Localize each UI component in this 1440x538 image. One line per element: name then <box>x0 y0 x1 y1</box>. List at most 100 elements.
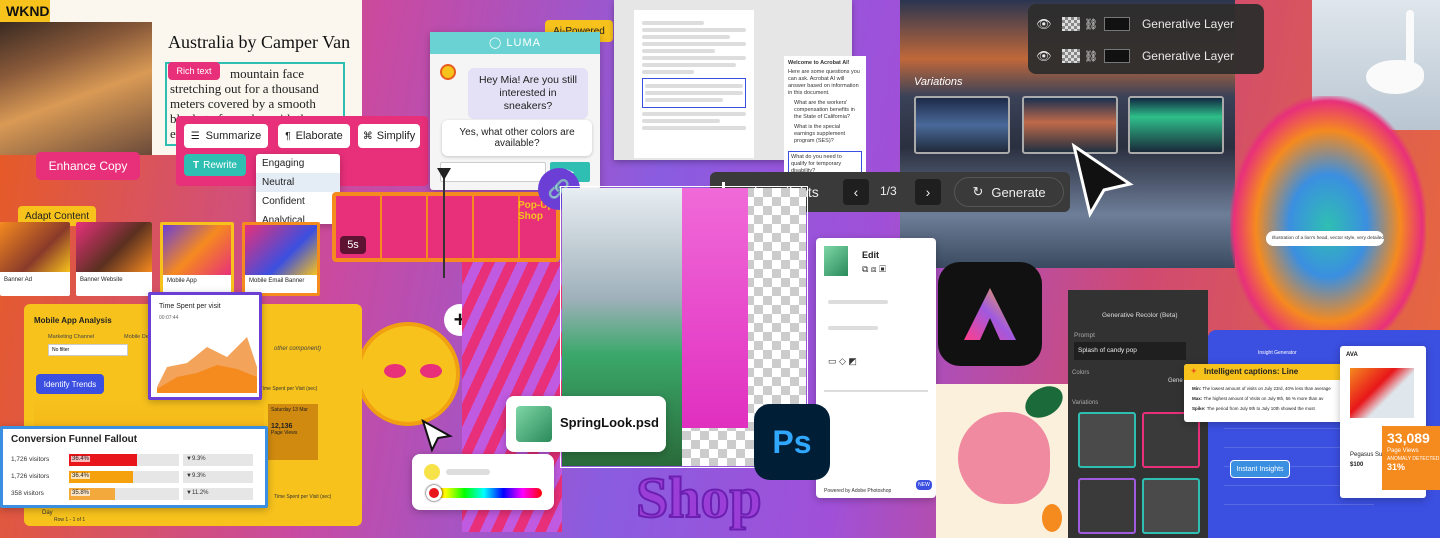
swan-shape <box>1366 60 1424 94</box>
video-strip: Pop-Up Shop 5s <box>332 192 560 262</box>
identify-trends-button[interactable]: Identify Trends <box>36 374 104 394</box>
ps-divider <box>824 390 928 392</box>
recolor-variant-3[interactable] <box>1078 478 1136 534</box>
funnel-bar-pct: 36.4% <box>71 472 91 479</box>
chevron-right-icon[interactable]: › <box>915 179 941 205</box>
tone-confident[interactable]: Confident <box>256 192 340 211</box>
tone-neutral[interactable]: Neutral <box>256 173 340 192</box>
acrobat-document <box>634 10 754 158</box>
ps-edit-thumb <box>824 246 848 276</box>
hue-thumb[interactable] <box>426 485 442 501</box>
adapt-tile-3[interactable]: Mobile App <box>160 222 234 296</box>
file-thumb <box>516 406 552 442</box>
marketing-channel-select[interactable]: No filter <box>48 344 128 356</box>
variations-label: Variations <box>914 76 963 88</box>
ps-tools-row: ⧉ ⧈ ▣ <box>862 264 887 274</box>
luma-logo-icon: ◯ <box>489 37 507 49</box>
recolor-prompt-input[interactable]: Splash of candy pop <box>1074 342 1186 360</box>
funnel-bar-track: 36.4% <box>69 453 179 466</box>
text-icon: T <box>192 159 200 171</box>
variation-thumb-3[interactable] <box>1128 96 1224 154</box>
adapt-tile-4[interactable]: Mobile Email Banner <box>242 222 320 296</box>
funnel-bar-track: 36.4% <box>69 470 179 483</box>
luma-header: ◯ LUMA <box>430 32 600 54</box>
swatch[interactable] <box>424 464 440 480</box>
acrobat-welcome-body: Here are some questions you can ask. Acr… <box>788 69 860 96</box>
layer-thumb <box>1062 49 1080 63</box>
recolor-variant-4[interactable] <box>1142 478 1200 534</box>
hue-slider[interactable] <box>426 488 542 498</box>
wknd-logo: WKND <box>0 0 50 22</box>
spike-text: The period from July 9th to July 10th sh… <box>1206 406 1315 411</box>
funnel-delta: ▼9.3% <box>183 470 253 483</box>
luma-input[interactable] <box>440 162 546 182</box>
insight-captions-card: ✦ Intelligent captions: Line Min: The lo… <box>1184 364 1344 422</box>
funnel-row: 358 visitors 35.8% ▼11.2% <box>11 485 261 502</box>
highlight-tooltip: Saturday 13 Mar 12,136 Page Views <box>268 404 318 460</box>
row-count: Row 1 - 1 of 1 <box>54 517 86 523</box>
analytics-title: Mobile App Analysis <box>34 316 112 325</box>
recolor-generate-button[interactable]: Gene <box>1168 378 1183 384</box>
variation-thumb-1[interactable] <box>914 96 1010 154</box>
file-name: SpringLook.psd <box>560 415 659 430</box>
recolor-variant-1[interactable] <box>1078 412 1136 468</box>
tone-engaging[interactable]: Engaging <box>256 154 340 173</box>
luma-chat: ◯ LUMA Hey Mia! Are you still interested… <box>430 32 600 190</box>
adapt-thumb-1 <box>0 222 70 272</box>
ps-powered-by: Powered by Adobe Photoshop <box>824 488 892 494</box>
luma-bot-message: Hey Mia! Are you still interested in sne… <box>468 68 588 119</box>
min-text: The lowest amount of visits on July 23rd… <box>1202 386 1331 391</box>
time-spent-value: 00:07:44 <box>159 315 179 321</box>
insight-max: Max: The highest amount of Visits on Jul… <box>1192 396 1342 401</box>
playhead-handle[interactable] <box>437 168 451 180</box>
layer-row-2[interactable]: 👁 ⛓ Generative Layer <box>1036 42 1258 70</box>
adapt-tile-2[interactable]: Banner Website <box>76 222 152 296</box>
luma-user-message: Yes, what other colors are available? <box>442 120 592 156</box>
enhance-copy-button[interactable]: Enhance Copy <box>36 152 140 180</box>
spike-label: Spike: <box>1192 406 1206 411</box>
shop-wordmark: Shop <box>635 465 763 530</box>
cat-illustration <box>936 379 1074 538</box>
eye-icon[interactable]: 👁 <box>1036 17 1052 31</box>
day-label: Day <box>42 510 53 516</box>
acrobat-q1[interactable]: What are the workers' compensation benef… <box>788 100 862 121</box>
simplify-button[interactable]: ⌘ Simplify <box>358 124 420 148</box>
acrobat-window: Welcome to Acrobat AI! Here are some que… <box>614 0 866 178</box>
adobe-express-logo <box>964 288 1016 340</box>
chevron-left-icon[interactable]: ‹ <box>843 179 869 205</box>
funnel-row-label: 1,726 visitors <box>11 473 50 480</box>
generate-button[interactable]: ↻ Generate <box>954 177 1064 207</box>
ps-edit-label: Edit <box>862 250 879 260</box>
acrobat-q2[interactable]: What is the special earnings supplement … <box>788 124 862 145</box>
adapt-thumb-3 <box>163 225 231 275</box>
recolor-prompt-label: Prompt <box>1074 332 1095 339</box>
playhead-line[interactable] <box>443 172 445 278</box>
ps-option-2[interactable] <box>828 320 924 330</box>
elaborate-button[interactable]: ¶ Elaborate <box>278 124 350 148</box>
rewrite-button[interactable]: T Rewrite <box>184 154 246 176</box>
summarize-icon: ☰ <box>190 130 200 142</box>
swatch-bar <box>446 469 490 475</box>
instant-insights-button[interactable]: Instant Insights <box>1230 460 1290 478</box>
eye-icon[interactable]: 👁 <box>1036 49 1052 63</box>
adapt-tile-1[interactable]: Banner Ad <box>0 222 70 296</box>
other-component-label: other component) <box>274 346 322 352</box>
summarize-button[interactable]: ☰ Summarize <box>184 124 268 148</box>
lion-prompt-chip[interactable]: Illustration of a lion's head, vector st… <box>1266 231 1384 246</box>
gen-pager: 1/3 <box>880 184 897 198</box>
sparkle-icon: ✦ <box>1190 366 1198 376</box>
wknd-title: Australia by Camper Van <box>168 32 351 52</box>
time-spent-area-chart <box>157 337 257 393</box>
rich-text-button[interactable]: Rich text <box>168 62 220 80</box>
time-spent-title: Time Spent per visit <box>159 303 221 310</box>
layer-row-1[interactable]: 👁 ⛓ Generative Layer <box>1036 10 1258 38</box>
file-chip[interactable]: SpringLook.psd <box>506 396 666 452</box>
funnel-rows: 1,726 visitors 36.4% ▼9.3% 1,726 visitors 36… <box>11 451 261 502</box>
luma-brand: LUMA <box>506 37 541 49</box>
ps-option-1[interactable] <box>828 294 924 304</box>
rewrite-label: Rewrite <box>203 159 237 171</box>
acrobat-ai-panel: Welcome to Acrobat AI! Here are some que… <box>784 56 866 178</box>
funnel-bar-pct: 36.4% <box>71 455 91 462</box>
insight-min: Min: The lowest amount of visits on July… <box>1192 386 1342 391</box>
shop-brand: AVA <box>1346 352 1358 358</box>
